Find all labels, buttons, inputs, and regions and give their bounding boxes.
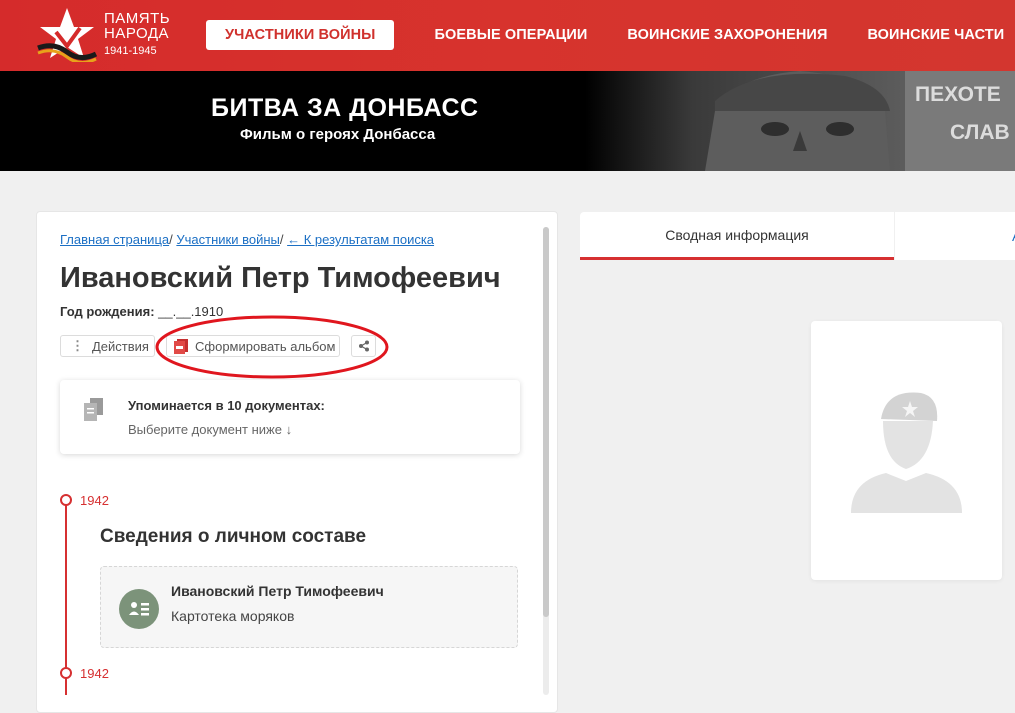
breadcrumb-separator: / <box>169 232 173 247</box>
star-logo-icon <box>37 8 98 62</box>
actions-button[interactable]: ⋮ Действия <box>60 335 155 357</box>
soldier-silhouette-icon <box>851 392 962 513</box>
tab-other[interactable]: А <box>895 212 1015 260</box>
breadcrumb-back-link[interactable]: ← К результатам поиска <box>287 232 434 247</box>
tab-summary[interactable]: Сводная информация <box>580 212 894 260</box>
banner-title: БИТВА ЗА ДОНБАСС <box>211 94 479 122</box>
documents-summary: Упоминается в 10 документах: Выберите до… <box>60 380 520 454</box>
breadcrumb: Главная страница/ Участники войны/ ← К р… <box>60 232 434 247</box>
documents-hint: Выберите документ ниже ↓ <box>128 422 293 437</box>
record-source: Картотека моряков <box>171 608 295 624</box>
nav-item-participants[interactable]: УЧАСТНИКИ ВОЙНЫ <box>206 19 395 50</box>
banner-art-text-2: СЛАВ <box>950 121 1010 144</box>
timeline-line <box>65 500 67 695</box>
scrollbar-thumb[interactable] <box>543 227 549 617</box>
documents-count-title: Упоминается в 10 документах: <box>128 398 325 413</box>
soldier-monument-image: ПЕХОТЕ СЛАВ <box>585 71 1015 171</box>
breadcrumb-separator: / <box>279 232 284 247</box>
timeline-year: 1942 <box>80 666 109 681</box>
section-title: Сведения о личном составе <box>100 526 367 547</box>
documents-icon <box>84 398 103 421</box>
logo-text: ПАМЯТЬ НАРОДА 1941-1945 <box>104 11 170 58</box>
banner-art-text-1: ПЕХОТЕ <box>915 83 1001 106</box>
logo-years: 1941-1945 <box>104 45 157 57</box>
site-header: ПАМЯТЬ НАРОДА 1941-1945 УЧАСТНИКИ ВОЙНЫ … <box>0 0 1015 71</box>
kebab-menu-icon: ⋮ <box>71 338 84 353</box>
timeline-dot <box>60 494 72 506</box>
photo-placeholder-card <box>811 321 1002 580</box>
record-person-name: Ивановский Петр Тимофеевич <box>171 583 384 599</box>
record-card[interactable]: Ивановский Петр Тимофеевич Картотека мор… <box>100 566 518 648</box>
logo-line-2: НАРОДА <box>104 25 170 42</box>
birth-label: Год рождения: <box>60 304 155 319</box>
timeline-year: 1942 <box>80 493 109 508</box>
main-nav: УЧАСТНИКИ ВОЙНЫ БОЕВЫЕ ОПЕРАЦИИ ВОИНСКИЕ… <box>206 19 1015 50</box>
banner-subtitle: Фильм о героях Донбасса <box>240 126 436 143</box>
highlight-oval-annotation <box>155 315 389 379</box>
breadcrumb-home-link[interactable]: Главная страница <box>60 232 169 247</box>
promo-banner[interactable]: БИТВА ЗА ДОНБАСС Фильм о героях Донбасса… <box>0 71 1015 171</box>
page-title: Ивановский Петр Тимофеевич <box>60 262 501 294</box>
nav-item-burials[interactable]: ВОИНСКИЕ ЗАХОРОНЕНИЯ <box>627 27 827 43</box>
site-logo[interactable]: ПАМЯТЬ НАРОДА 1941-1945 <box>34 6 186 64</box>
info-tabs: Сводная информация А <box>580 212 1015 260</box>
logo-line-1: ПАМЯТЬ <box>104 10 171 27</box>
timeline-dot <box>60 667 72 679</box>
breadcrumb-section-link[interactable]: Участники войны <box>176 232 280 247</box>
nav-item-operations[interactable]: БОЕВЫЕ ОПЕРАЦИИ <box>434 27 587 43</box>
personnel-record-icon <box>119 589 159 629</box>
nav-item-units[interactable]: ВОИНСКИЕ ЧАСТИ <box>867 27 1004 43</box>
actions-label: Действия <box>92 338 149 354</box>
